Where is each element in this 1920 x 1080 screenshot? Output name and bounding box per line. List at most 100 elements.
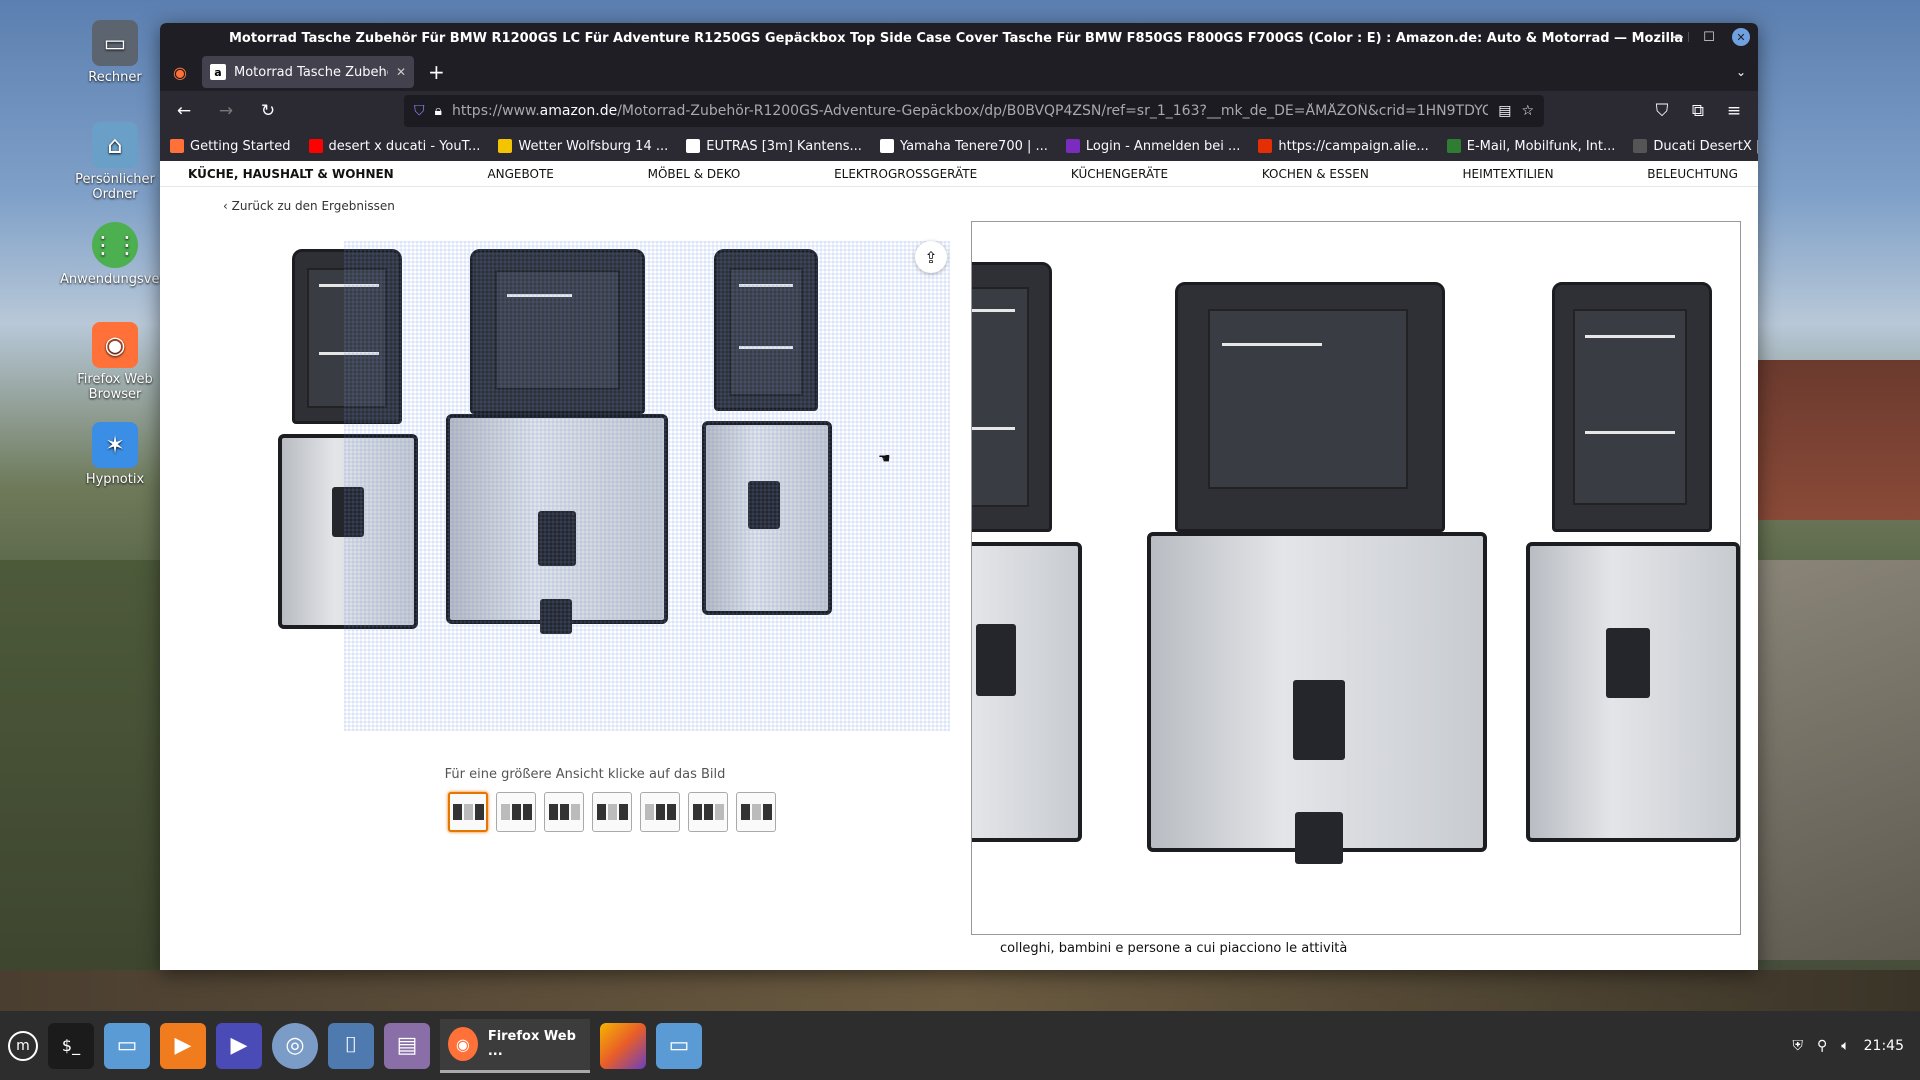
- home-folder-icon: ⌂: [92, 122, 138, 168]
- back-to-results-link[interactable]: ‹ Zurück zu den Ergebnissen: [223, 199, 395, 213]
- bookmark-item[interactable]: https://campaign.alie...: [1258, 138, 1429, 154]
- bookmark-item[interactable]: Getting Started: [170, 139, 291, 154]
- bookmark-favicon-icon: [170, 139, 184, 153]
- chevron-down-icon[interactable]: ⌄: [1736, 65, 1746, 79]
- category-nav-item[interactable]: KÜCHENGERÄTE: [1071, 167, 1168, 181]
- taskbar-firefox-window[interactable]: ◉ Firefox Web ...: [440, 1018, 590, 1073]
- product-thumbnail[interactable]: [448, 792, 488, 832]
- desktop-wallpaper-strip: [0, 970, 1920, 1012]
- chromium-icon[interactable]: ◎: [272, 1022, 318, 1069]
- tab-close-icon[interactable]: ✕: [396, 65, 406, 79]
- back-arrow-icon[interactable]: ←: [168, 95, 200, 127]
- category-nav-item[interactable]: HEIMTEXTILIEN: [1463, 167, 1554, 181]
- window-titlebar[interactable]: Motorrad Tasche Zubehör Für BMW R1200GS …: [160, 23, 1758, 53]
- firefox-view-icon[interactable]: ◉: [168, 60, 192, 84]
- video-player-icon[interactable]: ▶: [216, 1022, 262, 1069]
- image-viewer-icon[interactable]: [600, 1022, 646, 1069]
- lock-icon[interactable]: 🔒︎: [435, 103, 442, 119]
- shield-icon[interactable]: ⛉: [414, 103, 425, 119]
- firefox-icon: ◉: [448, 1027, 478, 1061]
- firefox-icon: ◉: [92, 322, 138, 368]
- document-viewer-icon[interactable]: ▤: [384, 1022, 430, 1069]
- image-enlarge-hint: Für eine größere Ansicht klicke auf das …: [444, 767, 726, 782]
- category-nav-item[interactable]: KÜCHE, HAUSHALT & WOHNEN: [188, 167, 394, 181]
- bookmark-label: https://campaign.alie...: [1278, 138, 1429, 154]
- bookmark-item[interactable]: desert x ducati - YouT...: [308, 139, 480, 154]
- volume-icon[interactable]: 🔈︎: [1841, 1038, 1849, 1054]
- desktop-icon-software-manager[interactable]: ⋮⋮ Anwendungsverwaltung: [60, 222, 217, 287]
- files-icon[interactable]: ▭: [104, 1022, 150, 1069]
- clock[interactable]: 21:45: [1864, 1038, 1904, 1054]
- url-bar[interactable]: ⛉ 🔒︎ https://www.amazon.de/Motorrad-Zube…: [404, 95, 1544, 127]
- product-thumbnail[interactable]: [688, 792, 728, 832]
- bookmark-favicon-icon: [1258, 139, 1273, 153]
- share-icon[interactable]: ⇪: [915, 241, 947, 273]
- forward-arrow-icon[interactable]: →: [210, 95, 242, 127]
- desktop-icon-hypnotix[interactable]: ✶ Hypnotix: [60, 422, 170, 487]
- network-icon[interactable]: ⚲: [1817, 1038, 1827, 1054]
- category-nav-item[interactable]: ANGEBOTE: [487, 167, 553, 181]
- bookmark-item[interactable]: EUTRAS [3m] Kantens...: [686, 139, 862, 154]
- product-thumbnail[interactable]: [736, 792, 776, 832]
- monitor-icon: ▭: [92, 20, 138, 66]
- bookmark-item[interactable]: Login - Anmelden bei ...: [1065, 139, 1240, 154]
- product-thumbnail[interactable]: [496, 792, 536, 832]
- taskbar: m $_ ▭ ▶ ▶ ◎ ⌷ ▤ ◉ Firefox Web ... ▭ ⛨ ⚲…: [0, 1011, 1920, 1080]
- minimize-icon[interactable]: —: [1668, 28, 1686, 46]
- taskbar-item-label: Firefox Web ...: [487, 1029, 576, 1059]
- category-nav-item[interactable]: KOCHEN & ESSEN: [1262, 167, 1369, 181]
- category-nav: KÜCHE, HAUSHALT & WOHNEN ANGEBOTE MÖBEL & …: [160, 161, 1758, 187]
- thumbnail-strip: [448, 792, 776, 832]
- bookmark-item[interactable]: Ducati DesertX | Seite...: [1633, 139, 1758, 154]
- bookmark-label: Wetter Wolfsburg 14 ...: [518, 138, 669, 154]
- terminal-icon[interactable]: $_: [48, 1022, 94, 1069]
- bookmark-item[interactable]: Yamaha Tenere700 | ...: [879, 138, 1048, 154]
- bookmarks-toolbar: Getting Started desert x ducati - YouT...…: [160, 131, 1758, 161]
- bookmark-label: Ducati DesertX | Seite...: [1653, 138, 1758, 154]
- reader-view-icon[interactable]: ▤: [1498, 103, 1511, 119]
- category-nav-item[interactable]: ELEKTROGROSSGERÄTE: [834, 167, 977, 181]
- url-text: https://www.amazon.de/Motorrad-Zubehör-R…: [451, 103, 1489, 119]
- hypnotix-icon: ✶: [92, 422, 138, 468]
- bookmark-favicon-icon: [1446, 139, 1461, 153]
- product-thumbnail[interactable]: [544, 792, 584, 832]
- desktop-icon-computer[interactable]: ▭ Rechner: [60, 20, 170, 85]
- category-nav-item[interactable]: BELEUCHTUNG: [1647, 167, 1738, 181]
- tab-amazon[interactable]: a Motorrad Tasche Zubehör F ✕: [202, 56, 414, 88]
- bookmark-favicon-icon: [498, 139, 513, 153]
- desktop-wallpaper-road: [1740, 560, 1920, 960]
- system-tray: ⛨ ⚲ 🔈︎ 21:45: [1792, 1038, 1912, 1054]
- mint-menu-icon[interactable]: m: [8, 1030, 38, 1061]
- bookmark-label: Yamaha Tenere700 | ...: [899, 138, 1048, 154]
- web-page: KÜCHE, HAUSHALT & WOHNEN ANGEBOTE MÖBEL & …: [160, 161, 1758, 970]
- desktop-icon-firefox[interactable]: ◉ Firefox Web Browser: [60, 322, 170, 402]
- bookmark-star-icon[interactable]: ☆: [1521, 103, 1534, 119]
- pocket-icon[interactable]: ⛉: [1646, 95, 1678, 127]
- bookmark-item[interactable]: E-Mail, Mobilfunk, Int...: [1446, 138, 1616, 154]
- bookmark-label: Getting Started: [190, 138, 291, 154]
- close-icon[interactable]: ✕: [1732, 28, 1750, 46]
- new-tab-icon[interactable]: +: [428, 60, 445, 84]
- maximize-icon[interactable]: ☐: [1700, 28, 1718, 46]
- desktop-icon-home[interactable]: ⌂ Persönlicher Ordner: [60, 122, 170, 202]
- media-player-icon[interactable]: ▶: [160, 1022, 206, 1069]
- product-thumbnail[interactable]: [592, 792, 632, 832]
- folder-icon[interactable]: ▭: [656, 1022, 702, 1069]
- product-thumbnail[interactable]: [640, 792, 680, 832]
- bookmark-item[interactable]: Wetter Wolfsburg 14 ...: [498, 139, 668, 154]
- reload-icon[interactable]: ↻: [252, 95, 284, 127]
- desktop-icon-label: Rechner: [88, 70, 142, 85]
- tab-bar: ◉ a Motorrad Tasche Zubehör F ✕ + ⌄: [160, 53, 1758, 91]
- screenshot-icon[interactable]: ⌷: [328, 1022, 374, 1069]
- desktop-icon-label: Firefox Web Browser: [77, 372, 153, 402]
- category-nav-item[interactable]: MÖBEL & DEKO: [648, 167, 741, 181]
- desktop-wallpaper-house: [1750, 360, 1920, 520]
- menu-icon[interactable]: ≡: [1718, 95, 1750, 127]
- zoom-lens-overlay: [344, 241, 950, 731]
- bookmark-favicon-icon: [686, 139, 701, 153]
- bookmark-label: EUTRAS [3m] Kantens...: [706, 138, 862, 154]
- bookmark-label: E-Mail, Mobilfunk, Int...: [1466, 138, 1616, 154]
- shield-icon[interactable]: ⛨: [1792, 1038, 1803, 1054]
- firefox-window: Motorrad Tasche Zubehör Für BMW R1200GS …: [160, 23, 1758, 970]
- extensions-icon[interactable]: ⧉: [1682, 95, 1714, 127]
